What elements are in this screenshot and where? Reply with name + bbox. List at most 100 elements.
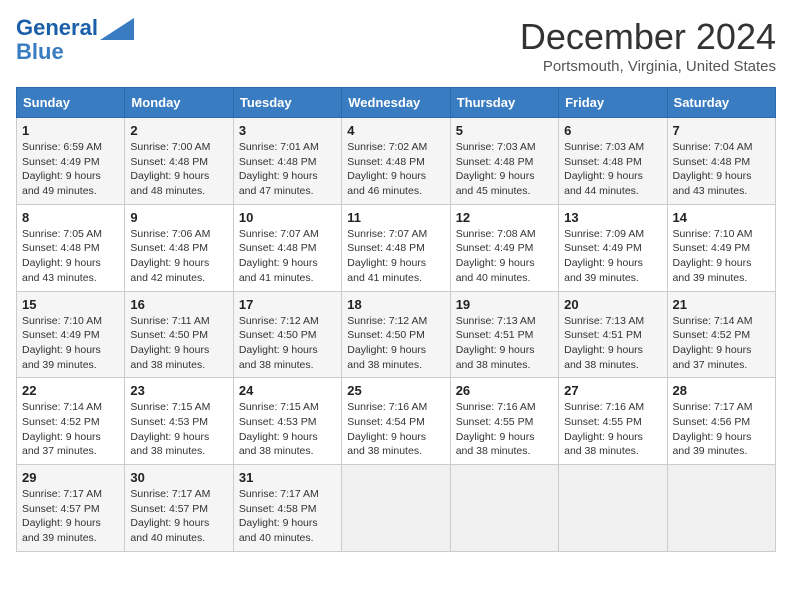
calendar-cell <box>342 465 450 552</box>
day-number: 12 <box>456 210 553 225</box>
calendar-cell: 26 Sunrise: 7:16 AMSunset: 4:55 PMDayligh… <box>450 378 558 465</box>
day-number: 9 <box>130 210 227 225</box>
weekday-header-wednesday: Wednesday <box>342 88 450 118</box>
day-detail: Sunrise: 7:16 AMSunset: 4:54 PMDaylight:… <box>347 400 444 459</box>
day-detail: Sunrise: 7:13 AMSunset: 4:51 PMDaylight:… <box>456 314 553 373</box>
day-number: 22 <box>22 383 119 398</box>
day-number: 1 <box>22 123 119 138</box>
day-number: 14 <box>673 210 770 225</box>
weekday-header-sunday: Sunday <box>17 88 125 118</box>
weekday-header-friday: Friday <box>559 88 667 118</box>
calendar-cell: 4 Sunrise: 7:02 AMSunset: 4:48 PMDaylight… <box>342 118 450 205</box>
weekday-header-saturday: Saturday <box>667 88 775 118</box>
calendar-cell: 28 Sunrise: 7:17 AMSunset: 4:56 PMDayligh… <box>667 378 775 465</box>
day-number: 26 <box>456 383 553 398</box>
calendar-cell: 8 Sunrise: 7:05 AMSunset: 4:48 PMDaylight… <box>17 204 125 291</box>
calendar-cell: 6 Sunrise: 7:03 AMSunset: 4:48 PMDaylight… <box>559 118 667 205</box>
calendar-cell: 29Sunrise: 7:17 AMSunset: 4:57 PMDayligh… <box>17 465 125 552</box>
day-detail: Sunrise: 7:12 AMSunset: 4:50 PMDaylight:… <box>347 314 444 373</box>
day-number: 30 <box>130 470 227 485</box>
calendar-week-1: 1 Sunrise: 6:59 AMSunset: 4:49 PMDaylight… <box>17 118 776 205</box>
calendar-cell: 19 Sunrise: 7:13 AMSunset: 4:51 PMDayligh… <box>450 291 558 378</box>
day-number: 28 <box>673 383 770 398</box>
calendar-table: SundayMondayTuesdayWednesdayThursdayFrid… <box>16 87 776 552</box>
month-title: December 2024 <box>520 16 776 58</box>
day-detail: Sunrise: 7:03 AMSunset: 4:48 PMDaylight:… <box>564 140 661 199</box>
calendar-cell: 12 Sunrise: 7:08 AMSunset: 4:49 PMDayligh… <box>450 204 558 291</box>
day-detail: Sunrise: 7:10 AMSunset: 4:49 PMDaylight:… <box>22 314 119 373</box>
calendar-cell: 25Sunrise: 7:16 AMSunset: 4:54 PMDayligh… <box>342 378 450 465</box>
calendar-cell: 15 Sunrise: 7:10 AMSunset: 4:49 PMDayligh… <box>17 291 125 378</box>
logo: General Blue <box>16 16 134 64</box>
day-number: 8 <box>22 210 119 225</box>
calendar-cell: 21 Sunrise: 7:14 AMSunset: 4:52 PMDayligh… <box>667 291 775 378</box>
day-number: 5 <box>456 123 553 138</box>
calendar-cell: 3Sunrise: 7:01 AMSunset: 4:48 PMDaylight… <box>233 118 341 205</box>
calendar-cell: 18 Sunrise: 7:12 AMSunset: 4:50 PMDayligh… <box>342 291 450 378</box>
calendar-week-3: 15 Sunrise: 7:10 AMSunset: 4:49 PMDayligh… <box>17 291 776 378</box>
day-detail: Sunrise: 7:01 AMSunset: 4:48 PMDaylight:… <box>239 140 336 199</box>
weekday-header-tuesday: Tuesday <box>233 88 341 118</box>
day-number: 6 <box>564 123 661 138</box>
day-detail: Sunrise: 7:04 AMSunset: 4:48 PMDaylight:… <box>673 140 770 199</box>
day-number: 31 <box>239 470 336 485</box>
day-number: 16 <box>130 297 227 312</box>
day-detail: Sunrise: 7:16 AMSunset: 4:55 PMDaylight:… <box>564 400 661 459</box>
calendar-cell: 7 Sunrise: 7:04 AMSunset: 4:48 PMDaylight… <box>667 118 775 205</box>
day-number: 13 <box>564 210 661 225</box>
day-number: 17 <box>239 297 336 312</box>
day-number: 24 <box>239 383 336 398</box>
day-detail: Sunrise: 7:09 AMSunset: 4:49 PMDaylight:… <box>564 227 661 286</box>
day-number: 2 <box>130 123 227 138</box>
calendar-cell: 23Sunrise: 7:15 AMSunset: 4:53 PMDayligh… <box>125 378 233 465</box>
day-number: 15 <box>22 297 119 312</box>
day-detail: Sunrise: 7:14 AMSunset: 4:52 PMDaylight:… <box>673 314 770 373</box>
calendar-cell: 5 Sunrise: 7:03 AMSunset: 4:48 PMDaylight… <box>450 118 558 205</box>
day-number: 21 <box>673 297 770 312</box>
calendar-cell <box>667 465 775 552</box>
day-detail: Sunrise: 7:16 AMSunset: 4:55 PMDaylight:… <box>456 400 553 459</box>
weekday-header-row: SundayMondayTuesdayWednesdayThursdayFrid… <box>17 88 776 118</box>
day-detail: Sunrise: 6:59 AMSunset: 4:49 PMDaylight:… <box>22 140 119 199</box>
calendar-cell: 27 Sunrise: 7:16 AMSunset: 4:55 PMDayligh… <box>559 378 667 465</box>
day-number: 4 <box>347 123 444 138</box>
day-detail: Sunrise: 7:11 AMSunset: 4:50 PMDaylight:… <box>130 314 227 373</box>
day-detail: Sunrise: 7:03 AMSunset: 4:48 PMDaylight:… <box>456 140 553 199</box>
day-number: 29 <box>22 470 119 485</box>
day-number: 27 <box>564 383 661 398</box>
day-number: 7 <box>673 123 770 138</box>
calendar-week-4: 22 Sunrise: 7:14 AMSunset: 4:52 PMDayligh… <box>17 378 776 465</box>
calendar-cell: 2 Sunrise: 7:00 AMSunset: 4:48 PMDaylight… <box>125 118 233 205</box>
day-number: 10 <box>239 210 336 225</box>
calendar-cell: 20Sunrise: 7:13 AMSunset: 4:51 PMDayligh… <box>559 291 667 378</box>
title-block: December 2024 Portsmouth, Virginia, Unit… <box>520 16 776 75</box>
day-detail: Sunrise: 7:13 AMSunset: 4:51 PMDaylight:… <box>564 314 661 373</box>
day-number: 18 <box>347 297 444 312</box>
day-detail: Sunrise: 7:12 AMSunset: 4:50 PMDaylight:… <box>239 314 336 373</box>
calendar-cell <box>559 465 667 552</box>
calendar-cell: 22 Sunrise: 7:14 AMSunset: 4:52 PMDayligh… <box>17 378 125 465</box>
day-detail: Sunrise: 7:17 AMSunset: 4:56 PMDaylight:… <box>673 400 770 459</box>
day-detail: Sunrise: 7:14 AMSunset: 4:52 PMDaylight:… <box>22 400 119 459</box>
day-number: 19 <box>456 297 553 312</box>
day-detail: Sunrise: 7:00 AMSunset: 4:48 PMDaylight:… <box>130 140 227 199</box>
day-detail: Sunrise: 7:07 AMSunset: 4:48 PMDaylight:… <box>347 227 444 286</box>
calendar-week-5: 29 Sunrise: 7:17 AMSunset: 4:57 PMDayligh… <box>17 465 776 552</box>
day-detail: Sunrise: 7:15 AMSunset: 4:53 PMDaylight:… <box>130 400 227 459</box>
day-detail: Sunrise: 7:17 AMSunset: 4:58 PMDaylight:… <box>239 487 336 546</box>
day-detail: Sunrise: 7:05 AMSunset: 4:48 PMDaylight:… <box>22 227 119 286</box>
weekday-header-monday: Monday <box>125 88 233 118</box>
calendar-cell: 1 Sunrise: 6:59 AMSunset: 4:49 PMDaylight… <box>17 118 125 205</box>
calendar-cell: 10 Sunrise: 7:07 AMSunset: 4:48 PMDayligh… <box>233 204 341 291</box>
calendar-cell <box>450 465 558 552</box>
calendar-cell: 31 Sunrise: 7:17 AMSunset: 4:58 PMDayligh… <box>233 465 341 552</box>
calendar-cell: 16 Sunrise: 7:11 AMSunset: 4:50 PMDayligh… <box>125 291 233 378</box>
calendar-week-2: 8 Sunrise: 7:05 AMSunset: 4:48 PMDaylight… <box>17 204 776 291</box>
logo-blue-text: Blue <box>16 40 64 64</box>
day-number: 11 <box>347 210 444 225</box>
day-detail: Sunrise: 7:08 AMSunset: 4:49 PMDaylight:… <box>456 227 553 286</box>
day-detail: Sunrise: 7:07 AMSunset: 4:48 PMDaylight:… <box>239 227 336 286</box>
day-detail: Sunrise: 7:06 AMSunset: 4:48 PMDaylight:… <box>130 227 227 286</box>
day-detail: Sunrise: 7:17 AMSunset: 4:57 PMDaylight:… <box>130 487 227 546</box>
day-detail: Sunrise: 7:02 AMSunset: 4:48 PMDaylight:… <box>347 140 444 199</box>
